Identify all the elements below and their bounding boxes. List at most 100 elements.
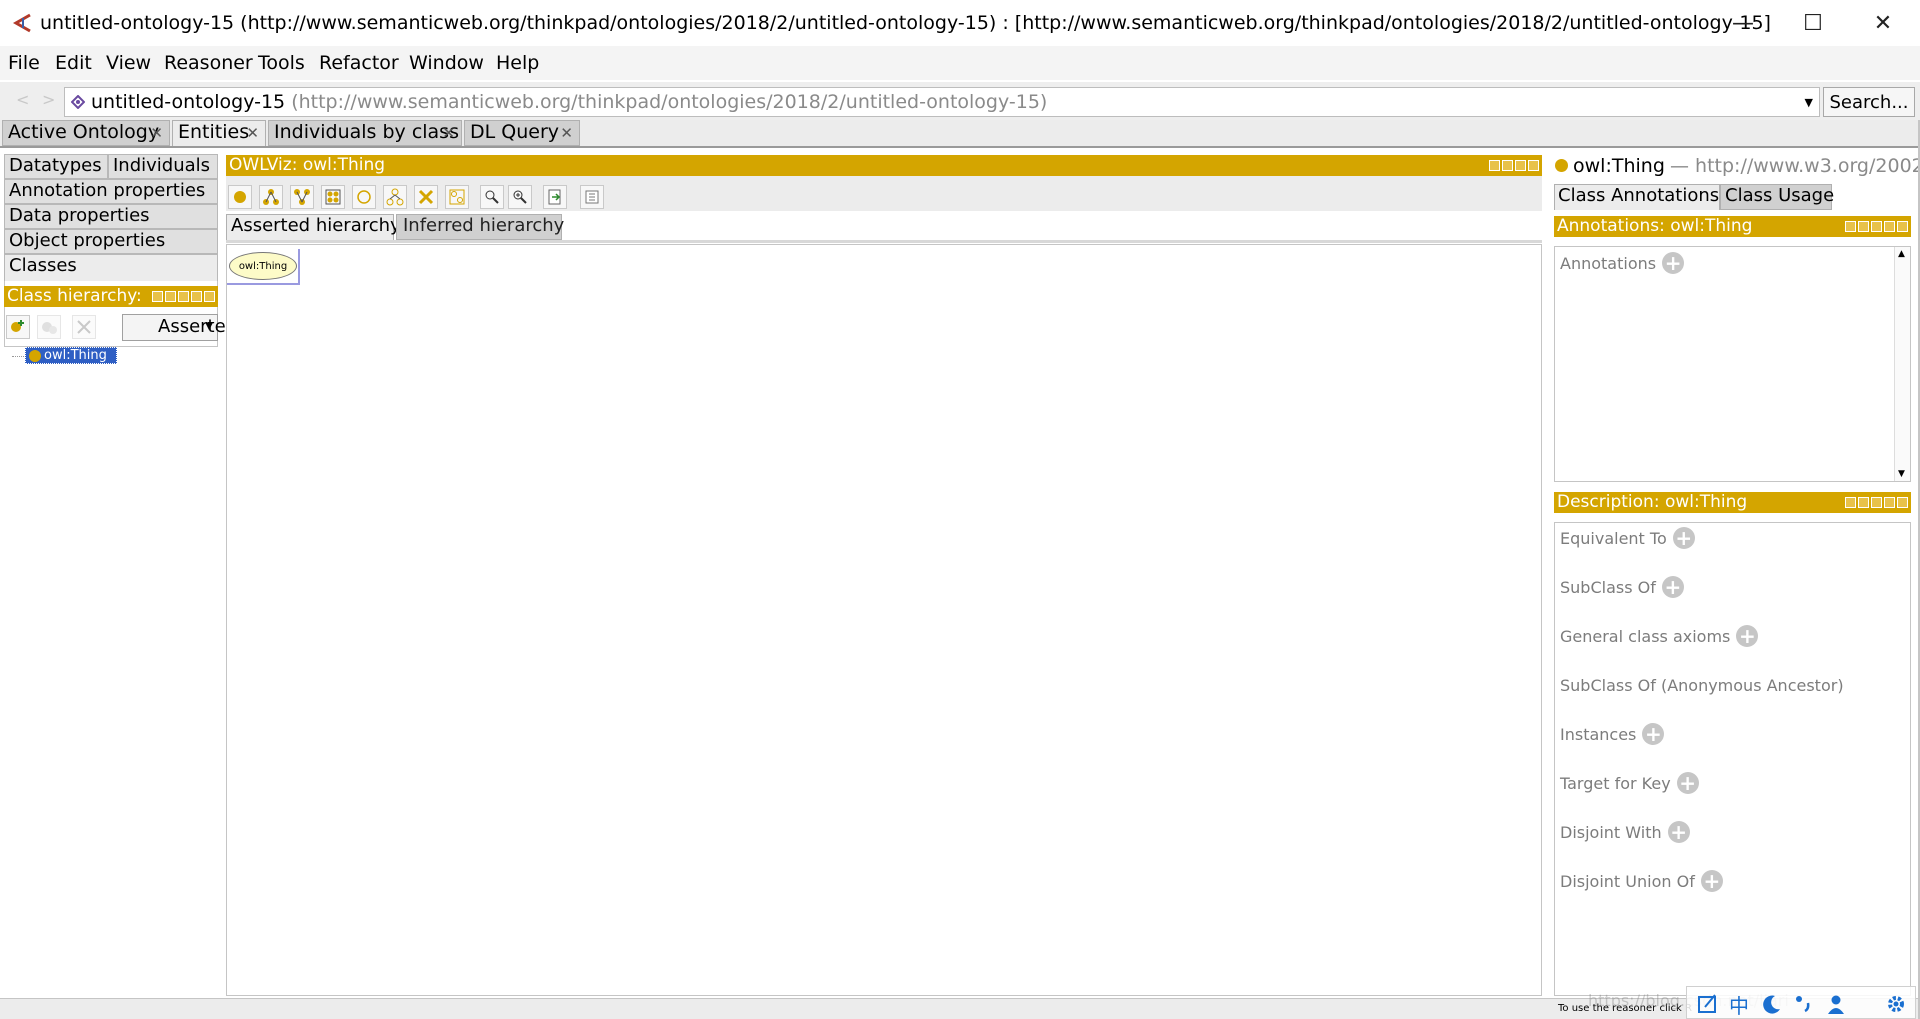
search-button[interactable]: Search... (1823, 87, 1915, 117)
back-arrow-icon[interactable]: < (16, 90, 36, 112)
add-equivalent-to-icon[interactable]: + (1672, 527, 1695, 549)
view-help-icon[interactable] (152, 291, 163, 302)
ime-language-label[interactable]: 中 (1729, 990, 1749, 1019)
tab-dl-query[interactable]: DL Query ✕ (464, 120, 580, 146)
hierarchy-mode-select[interactable]: Asserted ▼ (122, 314, 237, 341)
add-sibling-class-icon[interactable] (37, 315, 61, 339)
entity-tab-datatypes[interactable]: Datatypes (4, 154, 108, 179)
view-split-icon[interactable] (1858, 497, 1869, 508)
view-help-icon[interactable] (1845, 497, 1856, 508)
ontology-selector[interactable]: untitled-ontology-15 (http://www.semanti… (64, 87, 1820, 117)
close-tab-icon[interactable]: ✕ (246, 124, 259, 142)
tab-divider (0, 146, 1920, 148)
add-annotation-icon[interactable]: + (1662, 252, 1685, 274)
tree-item-owl-thing[interactable]: owl:Thing (25, 347, 117, 364)
view-close-icon[interactable] (1528, 160, 1539, 171)
add-subclass-icon[interactable] (6, 315, 30, 339)
close-tab-icon[interactable]: ✕ (560, 124, 573, 142)
tab-asserted-hierarchy[interactable]: Asserted hierarchy (226, 214, 401, 240)
hide-class-icon[interactable] (352, 185, 376, 209)
view-minimize-icon[interactable] (1871, 221, 1882, 232)
view-help-icon[interactable] (1845, 221, 1856, 232)
entity-tab-object-properties[interactable]: Object properties (4, 229, 218, 254)
menu-reasoner[interactable]: Reasoner (164, 52, 253, 74)
forward-arrow-icon[interactable]: > (42, 90, 62, 112)
menu-help[interactable]: Help (496, 52, 539, 74)
view-maximize-icon[interactable] (191, 291, 202, 302)
entity-tab-individuals[interactable]: Individuals (108, 154, 218, 179)
hide-subclasses-icon[interactable] (383, 185, 407, 209)
moon-icon[interactable] (1761, 993, 1783, 1015)
gear-icon[interactable] (1885, 993, 1907, 1015)
view-maximize-icon[interactable] (1884, 497, 1895, 508)
zoom-out-icon[interactable] (480, 185, 504, 209)
scrollbar[interactable]: ▲ ▼ (1894, 247, 1910, 481)
tab-entities[interactable]: Entities ✕ (172, 120, 266, 146)
entity-header: owl:Thing — http://www.w3.org/2002/07 (1550, 155, 1920, 181)
view-split-icon[interactable] (1489, 160, 1500, 171)
punctuation-icon[interactable] (1793, 993, 1815, 1015)
dropdown-arrow-icon[interactable]: ▼ (1805, 96, 1813, 109)
class-circle-icon (29, 350, 41, 362)
minimize-icon[interactable]: — (1708, 0, 1778, 46)
close-tab-icon[interactable]: ✕ (442, 124, 455, 142)
tab-individuals-by-class[interactable]: Individuals by class ✕ (268, 120, 462, 146)
show-grid-icon[interactable] (321, 185, 345, 209)
hide-classes-icon[interactable] (414, 185, 438, 209)
user-icon[interactable] (1825, 993, 1847, 1015)
add-target-for-key-icon[interactable]: + (1676, 772, 1699, 794)
scroll-down-icon[interactable]: ▼ (1898, 469, 1905, 479)
options-list-icon[interactable] (580, 185, 604, 209)
entity-name: owl:Thing (1573, 155, 1665, 177)
hide-all-icon[interactable] (445, 185, 469, 209)
entity-tab-data-properties[interactable]: Data properties (4, 204, 218, 229)
show-superclasses-icon[interactable] (290, 185, 314, 209)
view-minimize-icon[interactable] (1871, 497, 1882, 508)
close-icon[interactable]: ✕ (1848, 0, 1918, 46)
maximize-icon[interactable]: ☐ (1778, 0, 1848, 46)
tab-class-annotations[interactable]: Class Annotations (1554, 184, 1720, 210)
tab-class-usage[interactable]: Class Usage (1720, 184, 1834, 210)
delete-class-icon[interactable] (72, 315, 96, 339)
section-subclass-of-anonymous-ancestor: SubClass Of (Anonymous Ancestor) (1560, 674, 1844, 696)
scroll-up-icon[interactable]: ▲ (1898, 249, 1905, 259)
menu-tools[interactable]: Tools (258, 52, 305, 74)
view-close-icon[interactable] (1897, 497, 1908, 508)
view-split-icon[interactable] (165, 291, 176, 302)
tab-inferred-hierarchy[interactable]: Inferred hierarchy (396, 214, 564, 240)
add-disjoint-with-icon[interactable]: + (1667, 821, 1690, 843)
menu-refactor[interactable]: Refactor (319, 52, 399, 74)
menu-edit[interactable]: Edit (55, 52, 92, 74)
view-minimize-icon[interactable] (178, 291, 189, 302)
view-maximize-icon[interactable] (1884, 221, 1895, 232)
export-image-icon[interactable] (543, 185, 567, 209)
menu-window[interactable]: Window (409, 52, 484, 74)
zoom-in-icon[interactable] (508, 185, 532, 209)
close-tab-icon[interactable]: ✕ (150, 124, 163, 142)
section-disjoint-union-of: Disjoint Union Of + (1560, 870, 1723, 892)
add-disjoint-union-of-icon[interactable]: + (1700, 870, 1723, 892)
view-close-icon[interactable] (1897, 221, 1908, 232)
add-general-class-axiom-icon[interactable]: + (1736, 625, 1759, 647)
show-class-icon[interactable] (228, 185, 252, 209)
ime-switch-icon[interactable] (1697, 993, 1719, 1015)
menu-view[interactable]: View (106, 52, 151, 74)
menu-file[interactable]: File (8, 52, 40, 74)
ontology-diamond-icon (71, 95, 85, 109)
add-subclass-of-icon[interactable]: + (1661, 576, 1684, 598)
entity-tab-classes[interactable]: Classes (4, 254, 218, 281)
view-close-icon[interactable] (204, 291, 215, 302)
section-equivalent-to: Equivalent To + (1560, 527, 1695, 549)
graph-node-owl-thing[interactable]: owl:Thing (229, 252, 297, 280)
view-minimize-icon[interactable] (1502, 160, 1513, 171)
view-split-icon[interactable] (1858, 221, 1869, 232)
tab-label: DL Query (470, 121, 559, 143)
show-subclasses-icon[interactable] (259, 185, 283, 209)
add-instance-icon[interactable]: + (1642, 723, 1665, 745)
entity-tab-annotation-properties[interactable]: Annotation properties (4, 179, 218, 204)
owlviz-canvas[interactable]: owl:Thing (226, 244, 1542, 996)
tab-active-ontology[interactable]: Active Ontology ✕ (2, 120, 170, 146)
ontology-label: untitled-ontology-15 (http://www.semanti… (91, 91, 1047, 113)
section-instances: Instances + (1560, 723, 1665, 745)
view-maximize-icon[interactable] (1515, 160, 1526, 171)
